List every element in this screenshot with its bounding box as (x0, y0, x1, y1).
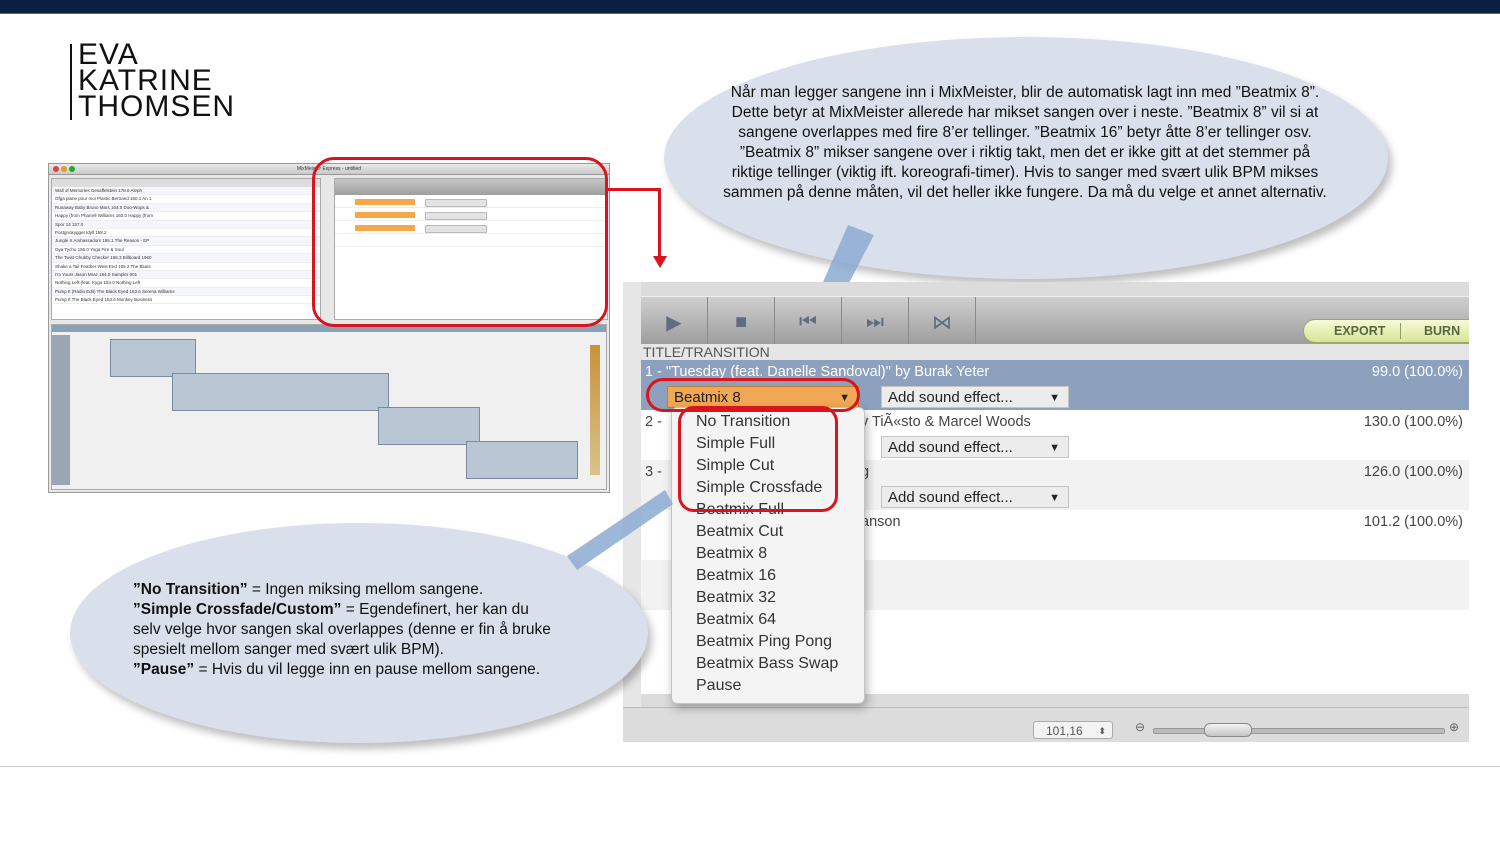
dropdown-arrow-icon: ▼ (1049, 392, 1060, 404)
bottom-status-bar: 101,16 ⬍ ⊖ ⊕ (623, 707, 1469, 742)
red-arrow-head (653, 256, 667, 268)
mini-track-clip (466, 441, 578, 479)
play-button[interactable]: ▶ (641, 297, 708, 347)
stop-icon: ■ (734, 310, 748, 333)
skip-forward-icon: ⏭ (866, 310, 884, 333)
transition-option[interactable]: Beatmix 64 (696, 611, 776, 629)
previous-button[interactable]: ⏮ (775, 297, 842, 347)
red-arrow-shaft-v (658, 188, 661, 258)
dropdown-arrow-icon: ▼ (1049, 492, 1060, 504)
sound-effect-select-value: Add sound effect... (888, 439, 1013, 456)
mini-library-row: Pump It (Radio Edit) The Black Eyed 153.… (52, 287, 320, 297)
sound-effect-select-value: Add sound effect... (888, 389, 1013, 406)
mix-icon: ⋈ (932, 311, 952, 334)
sound-effect-select[interactable]: Add sound effect... ▼ (881, 486, 1069, 508)
track-bpm: 130.0 (100.0%) (1363, 414, 1463, 430)
mini-library-row: Spor 14 157.0 (52, 220, 320, 229)
mini-library-row: Shake a Tail Feather West End 155.2 The … (52, 263, 320, 271)
mini-library-header (52, 179, 320, 187)
export-button[interactable]: EXPORT (1334, 324, 1385, 338)
mini-library-row: Wall of Memories Gesaffelstein 178.6 Ale… (52, 187, 320, 196)
mini-library-row: Nothing Left (feat. Kygo 154.0 Nothing L… (52, 279, 320, 288)
mini-timeline (51, 324, 607, 490)
mini-library-row: Postgnokygget Idyll 158.2 (52, 229, 320, 238)
callout-line-4: spesielt mellom sanger med svært ulik BP… (133, 641, 444, 658)
callout-line-5: ”Pause” = Hvis du vil legge inn en pause… (133, 661, 541, 678)
stop-button[interactable]: ■ (708, 297, 775, 347)
track-title-visible: y TiÃ«sto & Marcel Woods (861, 414, 1031, 430)
zoom-out-icon[interactable]: ⊖ (1135, 720, 1145, 734)
zoom-in-icon[interactable]: ⊕ (1449, 720, 1459, 734)
pointer-arrow-bottom (567, 490, 673, 570)
zoom-slider-thumb[interactable] (1204, 723, 1252, 737)
transition-option[interactable]: Beatmix Ping Pong (696, 633, 832, 651)
mini-track-clip (378, 407, 480, 445)
burn-button[interactable]: BURN (1424, 324, 1460, 338)
callout-line-3: selv velge hvor sangen skal overlappes (… (133, 621, 551, 638)
mini-library-row: The Twist Chubby Checker 155.3 Billboard… (52, 254, 320, 263)
mix-button[interactable]: ⋈ (909, 297, 976, 347)
transition-option[interactable]: Pause (696, 677, 741, 695)
dropdown-arrow-icon: ▼ (1049, 442, 1060, 454)
sound-effect-select[interactable]: Add sound effect... ▼ (881, 386, 1069, 408)
track-title-visible: anson (861, 514, 901, 530)
transition-option[interactable]: Beatmix 32 (696, 589, 776, 607)
mini-library-row: I'm Yours Jason Mraz 154.0 Sampler 001 (52, 270, 320, 280)
transition-option[interactable]: Beatmix 16 (696, 567, 776, 585)
track-bpm: 101.2 (100.0%) (1363, 514, 1463, 530)
transition-option[interactable]: Beatmix 8 (696, 545, 767, 563)
callout-text-bottom: ”No Transition” = Ingen miksing mellom s… (133, 580, 603, 680)
next-button[interactable]: ⏭ (842, 297, 909, 347)
mini-library-row: Runaway Baby Bruno Mars 164.0 Doo-Wops & (52, 203, 320, 213)
mini-library-row: Ofga plane pour moi Plastic Bertrand 160… (52, 195, 320, 204)
column-header-title-transition[interactable]: TITLE/TRANSITION (641, 344, 1469, 360)
logo: EVA KATRINE THOMSEN (66, 40, 246, 123)
sound-effect-select[interactable]: Add sound effect... ▼ (881, 436, 1069, 458)
track-bpm: 126.0 (100.0%) (1363, 464, 1463, 480)
mini-track-clip (110, 339, 196, 377)
skip-back-icon: ⏮ (799, 310, 817, 333)
callout-line-1: ”No Transition” = Ingen miksing mellom s… (133, 581, 484, 598)
transition-option[interactable]: Beatmix Cut (696, 523, 783, 541)
callout-text-top: Når man legger sangene inn i MixMeister,… (723, 84, 1327, 201)
mini-library-list: Wall of Memories Gesaffelstein 178.6 Ale… (51, 178, 321, 320)
mini-library-row: Happy (from Pharrell Williams 160.0 Happ… (52, 212, 320, 221)
red-arrow-shaft-h (608, 188, 660, 191)
zoom-stepper[interactable]: 101,16 ⬍ (1033, 721, 1113, 739)
zoom-slider[interactable] (1153, 723, 1445, 737)
mini-library-row: Oya Tycho 156.0 Yoga Fire & Soul (52, 246, 320, 255)
stepper-arrows-icon: ⬍ (1098, 726, 1106, 736)
mini-library-row: Jungle X Ambassadors 156.1 The Reason - … (52, 237, 320, 246)
export-burn-pill: EXPORT BURN (1303, 319, 1469, 343)
callout-line-2: ”Simple Crossfade/Custom” = Egendefinert… (133, 601, 529, 618)
zoom-value: 101,16 (1046, 724, 1083, 738)
mini-track-clip (172, 373, 389, 411)
mini-volume-meter (590, 345, 600, 475)
play-icon: ▶ (666, 311, 682, 334)
slide-top-bar (0, 0, 1500, 14)
slide-bottom-line (0, 766, 1500, 767)
track-number: 3 - (645, 464, 662, 480)
transition-option[interactable]: Beatmix Bass Swap (696, 655, 838, 673)
track-number: 2 - (645, 414, 662, 430)
highlight-frame-playlist (312, 157, 608, 327)
track-bpm: 99.0 (100.0%) (1371, 364, 1463, 380)
sound-effect-select-value: Add sound effect... (888, 489, 1013, 506)
logo-bar (70, 44, 72, 120)
mini-library-row: Pump It The Black Eyed 153.6 Monkey Busi… (52, 296, 320, 305)
mini-track-lanes (52, 335, 70, 485)
transport-toolbar: ▶ ■ ⏮ ⏭ ⋈ EXPORT BURN (641, 296, 1469, 347)
highlight-oval-options (678, 406, 838, 512)
logo-line-3: THOMSEN (78, 90, 235, 123)
